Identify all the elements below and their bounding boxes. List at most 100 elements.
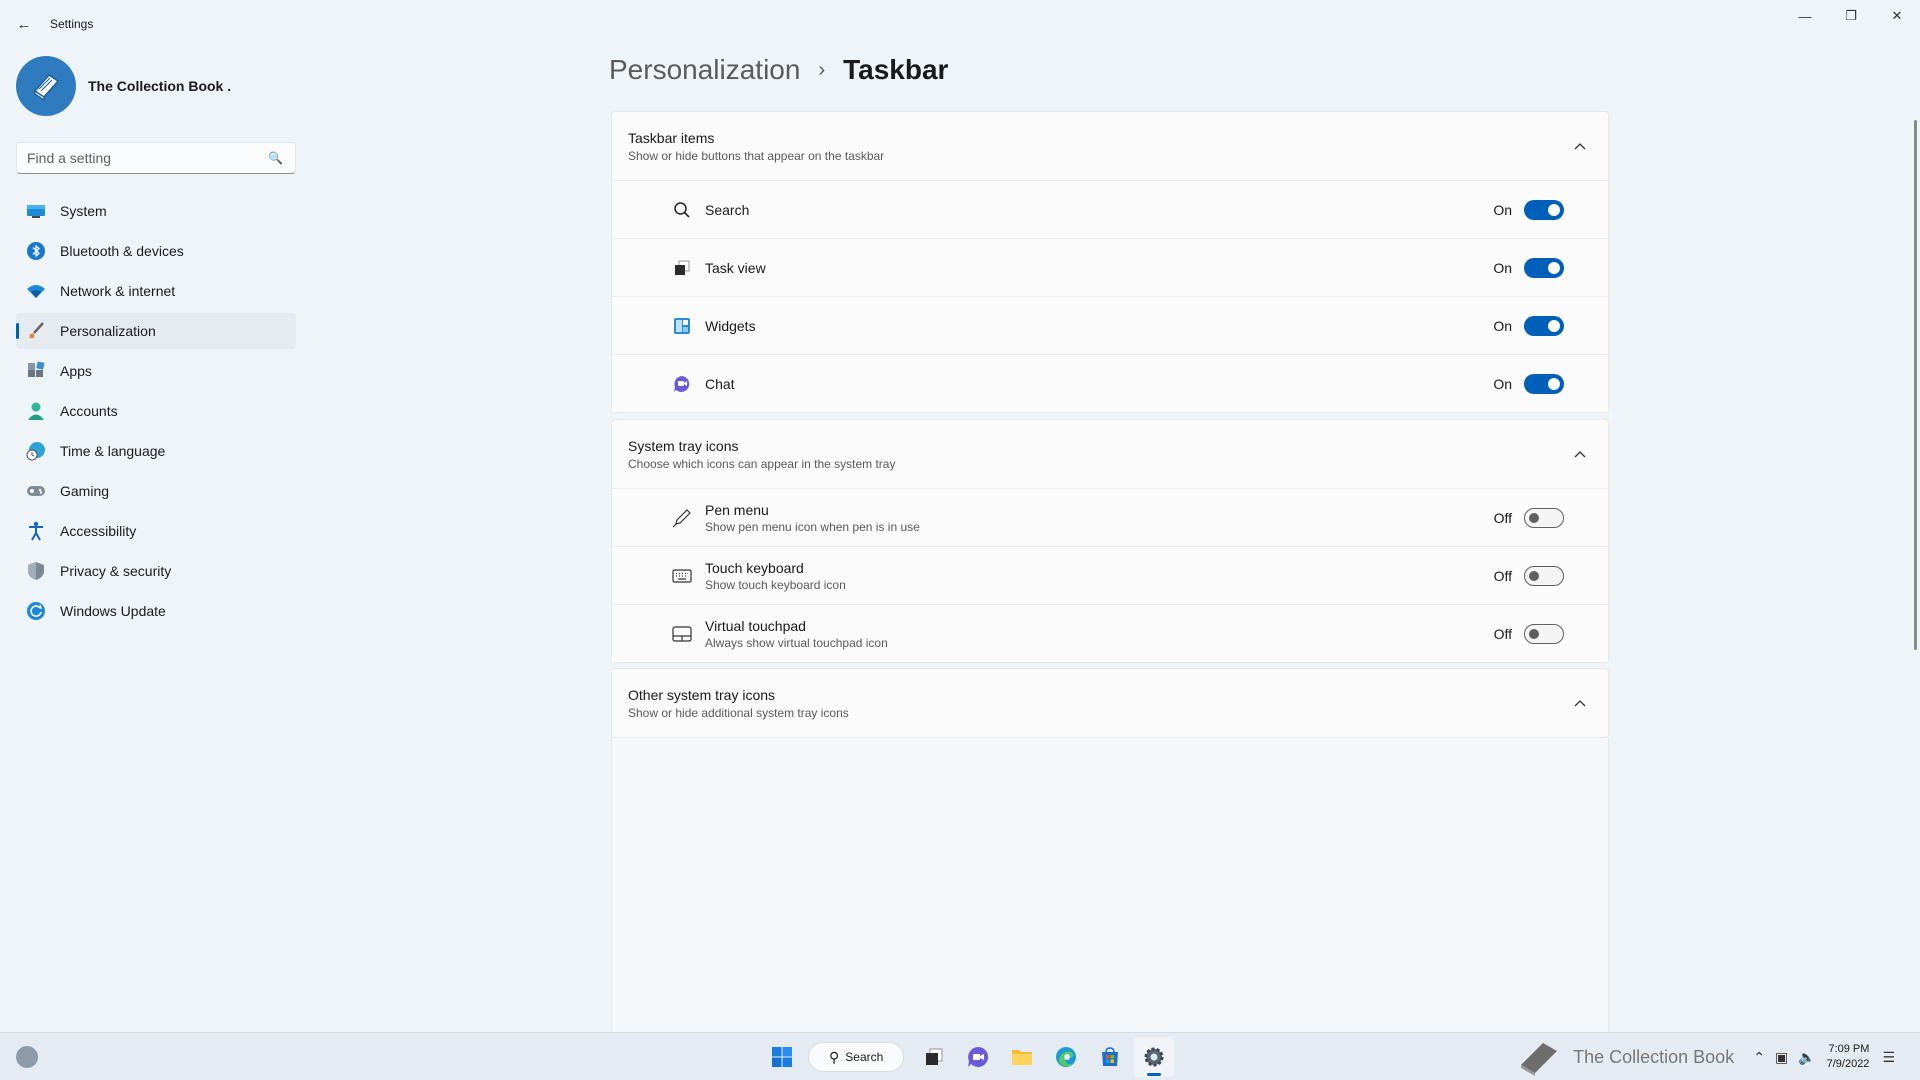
weather-widget-icon[interactable] xyxy=(16,1046,38,1068)
avatar xyxy=(16,56,76,116)
sidebar-item-network[interactable]: Network & internet xyxy=(16,273,296,309)
sidebar-item-windows-update[interactable]: Windows Update xyxy=(16,593,296,629)
sidebar-item-personalization[interactable]: Personalization xyxy=(16,313,296,349)
setting-title: Pen menu xyxy=(705,501,769,518)
breadcrumb-parent-link[interactable]: Personalization xyxy=(609,54,800,86)
sidebar-item-accounts[interactable]: Accounts xyxy=(16,393,296,429)
close-button[interactable]: ✕ xyxy=(1874,0,1920,32)
windows-logo-icon xyxy=(772,1047,792,1067)
content-empty-area xyxy=(611,738,1609,1033)
globe-clock-icon xyxy=(26,441,46,461)
restore-icon: ❐ xyxy=(1845,8,1857,23)
breadcrumb: Personalization › Taskbar xyxy=(609,54,948,86)
search-box[interactable]: 🔍 xyxy=(16,142,296,174)
section-title: Other system tray icons xyxy=(628,686,776,703)
minimize-button[interactable]: — xyxy=(1782,0,1828,32)
chevron-up-icon[interactable] xyxy=(1570,444,1590,464)
toggle-state-label: On xyxy=(1493,201,1512,218)
update-icon xyxy=(26,601,46,621)
setting-row-touch-keyboard: Touch keyboard Show touch keyboard icon … xyxy=(612,546,1608,604)
chat-button[interactable] xyxy=(958,1037,998,1077)
setting-row-chat: Chat On xyxy=(612,354,1608,412)
sidebar-item-apps[interactable]: Apps xyxy=(16,353,296,389)
section-header-other-tray[interactable]: Other system tray icons Show or hide add… xyxy=(612,669,1608,737)
section-subtitle: Choose which icons can appear in the sys… xyxy=(628,456,896,471)
monitor-icon xyxy=(26,201,46,221)
sidebar-item-label: Personalization xyxy=(60,323,156,339)
taskbar-apps: ⚲ Search xyxy=(760,1037,1176,1077)
setting-description: Show touch keyboard icon xyxy=(705,577,846,592)
sidebar-nav: System Bluetooth & devices Network & int… xyxy=(16,193,296,633)
app-title: Settings xyxy=(50,17,94,31)
pen-icon xyxy=(672,508,692,528)
widgets-toggle[interactable] xyxy=(1524,315,1564,336)
toggle-state-label: Off xyxy=(1493,567,1512,584)
back-button[interactable]: ← xyxy=(0,0,48,48)
sidebar-item-system[interactable]: System xyxy=(16,193,296,229)
clock[interactable]: 7:09 PM 7/9/2022 xyxy=(1827,1042,1870,1072)
setting-title: Search xyxy=(705,201,750,218)
vertical-scrollbar[interactable] xyxy=(1914,120,1917,650)
settings-app-button[interactable] xyxy=(1134,1037,1174,1077)
close-icon: ✕ xyxy=(1891,8,1903,23)
sidebar-item-accessibility[interactable]: Accessibility xyxy=(16,513,296,549)
person-icon xyxy=(26,401,46,421)
setting-row-widgets: Widgets On xyxy=(612,296,1608,354)
section-subtitle: Show or hide buttons that appear on the … xyxy=(628,148,885,163)
toggle-state-label: Off xyxy=(1493,625,1512,642)
task-view-toggle[interactable] xyxy=(1524,257,1564,278)
volume-icon[interactable]: 🔈 xyxy=(1798,1049,1815,1066)
section-other-system-tray-icons: Other system tray icons Show or hide add… xyxy=(611,668,1609,738)
section-title: Taskbar items xyxy=(628,129,715,146)
touch-keyboard-toggle[interactable] xyxy=(1524,565,1564,586)
sidebar-item-label: Windows Update xyxy=(60,603,166,619)
restore-button[interactable]: ❐ xyxy=(1828,0,1874,32)
sidebar-item-gaming[interactable]: Gaming xyxy=(16,473,296,509)
page-title: Taskbar xyxy=(843,54,949,85)
task-view-button[interactable] xyxy=(914,1037,954,1077)
chevron-up-icon[interactable] xyxy=(1570,693,1590,713)
sidebar-item-bluetooth[interactable]: Bluetooth & devices xyxy=(16,233,296,269)
edge-button[interactable] xyxy=(1046,1037,1086,1077)
start-button[interactable] xyxy=(762,1037,802,1077)
virtual-touchpad-toggle[interactable] xyxy=(1524,623,1564,644)
search-icon[interactable]: 🔍 xyxy=(268,151,283,165)
section-system-tray-icons: System tray icons Choose which icons can… xyxy=(611,419,1609,663)
apps-icon xyxy=(26,361,46,381)
setting-row-task-view: Task view On xyxy=(612,238,1608,296)
accessibility-icon xyxy=(26,521,46,541)
system-tray: The Collection Book ⌃ ▣ 🔈 7:09 PM 7/9/20… xyxy=(1515,1033,1900,1080)
chevron-up-icon[interactable]: ⌃ xyxy=(1753,1049,1765,1066)
touchpad-icon xyxy=(672,624,692,644)
toggle-state-label: Off xyxy=(1493,509,1512,526)
store-button[interactable] xyxy=(1090,1037,1130,1077)
chevron-up-icon[interactable] xyxy=(1570,136,1590,156)
notification-icon[interactable]: ☰ xyxy=(1882,1049,1895,1066)
clock-time: 7:09 PM xyxy=(1828,1043,1870,1055)
toggle-state-label: On xyxy=(1493,317,1512,334)
title-bar: ← Settings — ❐ ✕ xyxy=(0,0,1920,48)
taskbar-search-label: Search xyxy=(845,1050,884,1064)
edge-browser-icon xyxy=(1056,1047,1076,1067)
pen-menu-toggle[interactable] xyxy=(1524,507,1564,528)
sidebar-item-time-language[interactable]: Time & language xyxy=(16,433,296,469)
section-taskbar-items: Taskbar items Show or hide buttons that … xyxy=(611,111,1609,413)
network-icon[interactable]: ▣ xyxy=(1775,1049,1788,1066)
brush-icon xyxy=(26,321,46,341)
section-header-taskbar-items[interactable]: Taskbar items Show or hide buttons that … xyxy=(612,112,1608,180)
chat-toggle[interactable] xyxy=(1524,373,1564,394)
section-subtitle: Show or hide additional system tray icon… xyxy=(628,705,849,720)
shield-icon xyxy=(26,561,46,581)
user-profile[interactable]: The Collection Book . xyxy=(16,56,231,116)
taskbar-search-button[interactable]: ⚲ Search xyxy=(808,1042,904,1072)
search-toggle[interactable] xyxy=(1524,199,1564,220)
clock-date: 7/9/2022 xyxy=(1826,1058,1870,1070)
search-input[interactable] xyxy=(27,150,269,166)
section-header-system-tray[interactable]: System tray icons Choose which icons can… xyxy=(612,420,1608,488)
window-controls: — ❐ ✕ xyxy=(1782,0,1920,32)
wifi-icon xyxy=(26,281,46,301)
file-explorer-button[interactable] xyxy=(1002,1037,1042,1077)
sidebar-item-label: Bluetooth & devices xyxy=(60,243,184,259)
sidebar-item-privacy-security[interactable]: Privacy & security xyxy=(16,553,296,589)
sidebar-item-label: Accessibility xyxy=(60,523,137,539)
